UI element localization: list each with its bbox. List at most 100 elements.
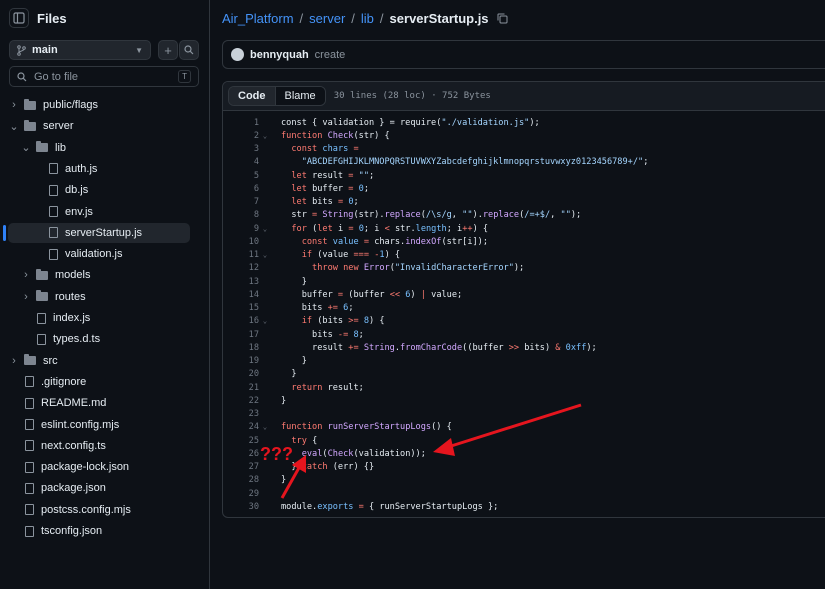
- chevron-right-icon[interactable]: ›: [20, 291, 32, 303]
- fold-chevron-icon[interactable]: ⌄: [259, 132, 271, 140]
- line-number[interactable]: 28: [223, 475, 259, 485]
- commit-author[interactable]: bennyquah: [250, 49, 309, 61]
- line-number[interactable]: 8: [223, 210, 259, 220]
- line-number[interactable]: 26: [223, 449, 259, 459]
- line-number[interactable]: 20: [223, 369, 259, 379]
- tree-file[interactable]: tsconfig.json: [8, 521, 190, 541]
- search-icon: [17, 71, 27, 81]
- chevron-right-icon[interactable]: ›: [20, 269, 32, 281]
- line-number[interactable]: 2: [223, 131, 259, 141]
- code-text: return result;: [291, 382, 364, 393]
- line-number[interactable]: 10: [223, 237, 259, 247]
- line-number[interactable]: 15: [223, 303, 259, 313]
- line-number[interactable]: 18: [223, 343, 259, 353]
- tree-file[interactable]: .gitignore: [8, 372, 190, 392]
- tree-file[interactable]: serverStartup.js: [3, 222, 190, 243]
- tree-file[interactable]: index.js: [8, 308, 190, 328]
- folder-icon: [36, 290, 48, 302]
- tab-blame[interactable]: Blame: [275, 87, 325, 105]
- tree-file[interactable]: postcss.config.mjs: [8, 500, 190, 520]
- chevron-right-icon[interactable]: ›: [8, 355, 20, 367]
- line-number[interactable]: 11: [223, 250, 259, 260]
- code-line: 12 throw new Error("InvalidCharacterErro…: [223, 262, 825, 275]
- avatar[interactable]: [231, 48, 244, 61]
- collapse-sidebar-icon[interactable]: [9, 8, 29, 28]
- line-number[interactable]: 16: [223, 316, 259, 326]
- tree-file[interactable]: package-lock.json: [8, 457, 190, 477]
- line-number[interactable]: 24: [223, 422, 259, 432]
- tree-file[interactable]: package.json: [8, 478, 190, 498]
- tree-file[interactable]: validation.js: [8, 244, 190, 264]
- line-number[interactable]: 3: [223, 144, 259, 154]
- tree-file[interactable]: db.js: [8, 180, 190, 200]
- fold-chevron-icon[interactable]: ⌄: [259, 251, 271, 259]
- sidebar-header: Files: [9, 8, 67, 28]
- line-number[interactable]: 19: [223, 356, 259, 366]
- file-icon: [25, 504, 34, 516]
- chevron-down-icon[interactable]: ⌄: [20, 141, 32, 154]
- branch-selector[interactable]: main ▼: [9, 40, 151, 60]
- tree-item-label: lib: [55, 141, 67, 154]
- code-line: 17 bits -= 8;: [223, 328, 825, 341]
- file-tree-sidebar: Files main ▼ + Go to file T › public/flag…: [0, 0, 210, 589]
- go-to-file-input[interactable]: Go to file T: [9, 66, 199, 87]
- fold-chevron-icon[interactable]: ⌄: [259, 225, 271, 233]
- fold-chevron-icon[interactable]: ⌄: [259, 317, 271, 325]
- tree-item-label: postcss.config.mjs: [41, 503, 131, 516]
- tree-file[interactable]: env.js: [8, 202, 190, 222]
- tree-folder[interactable]: › routes: [8, 287, 190, 307]
- breadcrumb-lib-link[interactable]: lib: [361, 11, 374, 26]
- chevron-down-icon: ▼: [135, 45, 143, 55]
- line-number[interactable]: 13: [223, 277, 259, 287]
- line-number[interactable]: 21: [223, 383, 259, 393]
- code-line: 2 ⌄ function Check(str) {: [223, 129, 825, 142]
- chevron-down-icon[interactable]: ⌄: [8, 120, 20, 133]
- tree-file[interactable]: next.config.ts: [8, 436, 190, 456]
- file-icon: [25, 397, 34, 409]
- line-number[interactable]: 23: [223, 409, 259, 419]
- line-number[interactable]: 29: [223, 489, 259, 499]
- tree-file[interactable]: README.md: [8, 393, 190, 413]
- tree-file[interactable]: auth.js: [8, 159, 190, 179]
- tree-folder[interactable]: ⌄ server: [8, 116, 190, 136]
- tree-file[interactable]: types.d.ts: [8, 329, 190, 349]
- tree-item-label: index.js: [53, 312, 91, 324]
- line-number[interactable]: 7: [223, 197, 259, 207]
- line-number[interactable]: 27: [223, 462, 259, 472]
- tab-code[interactable]: Code: [229, 87, 276, 105]
- copy-path-icon[interactable]: [497, 13, 508, 24]
- chevron-right-icon[interactable]: ›: [8, 99, 20, 111]
- line-number[interactable]: 30: [223, 502, 259, 512]
- tree-folder[interactable]: ⌄ lib: [8, 138, 190, 158]
- line-number[interactable]: 4: [223, 157, 259, 167]
- code-text: eval(Check(validation));: [301, 448, 426, 459]
- folder-icon: [24, 98, 36, 110]
- line-number[interactable]: 9: [223, 224, 259, 234]
- tree-folder[interactable]: › public/flags: [8, 95, 190, 115]
- line-number[interactable]: 5: [223, 171, 259, 181]
- fold-chevron-icon[interactable]: ⌄: [259, 423, 271, 431]
- folder-icon: [24, 119, 36, 131]
- tree-folder[interactable]: › models: [8, 265, 190, 285]
- tree-file[interactable]: eslint.config.mjs: [8, 415, 190, 435]
- tree-item-label: env.js: [65, 205, 93, 218]
- code-text: function runServerStartupLogs() {: [281, 422, 452, 433]
- code-text: }: [281, 356, 307, 367]
- code-line: 21 return result;: [223, 381, 825, 394]
- line-number[interactable]: 1: [223, 118, 259, 128]
- code-text: }: [281, 475, 287, 486]
- breadcrumb-repo-link[interactable]: Air_Platform: [222, 11, 294, 26]
- search-files-button[interactable]: [179, 40, 199, 60]
- tree-item-label: serverStartup.js: [65, 226, 143, 239]
- code-text: if (bits >= 8) {: [301, 316, 385, 327]
- tree-folder[interactable]: › src: [8, 351, 190, 371]
- add-file-button[interactable]: +: [158, 40, 178, 60]
- line-number[interactable]: 25: [223, 436, 259, 446]
- line-number[interactable]: 6: [223, 184, 259, 194]
- line-number[interactable]: 17: [223, 330, 259, 340]
- line-number[interactable]: 14: [223, 290, 259, 300]
- breadcrumb-server-link[interactable]: server: [309, 11, 345, 26]
- line-number[interactable]: 12: [223, 263, 259, 273]
- commit-message[interactable]: create: [315, 49, 346, 61]
- line-number[interactable]: 22: [223, 396, 259, 406]
